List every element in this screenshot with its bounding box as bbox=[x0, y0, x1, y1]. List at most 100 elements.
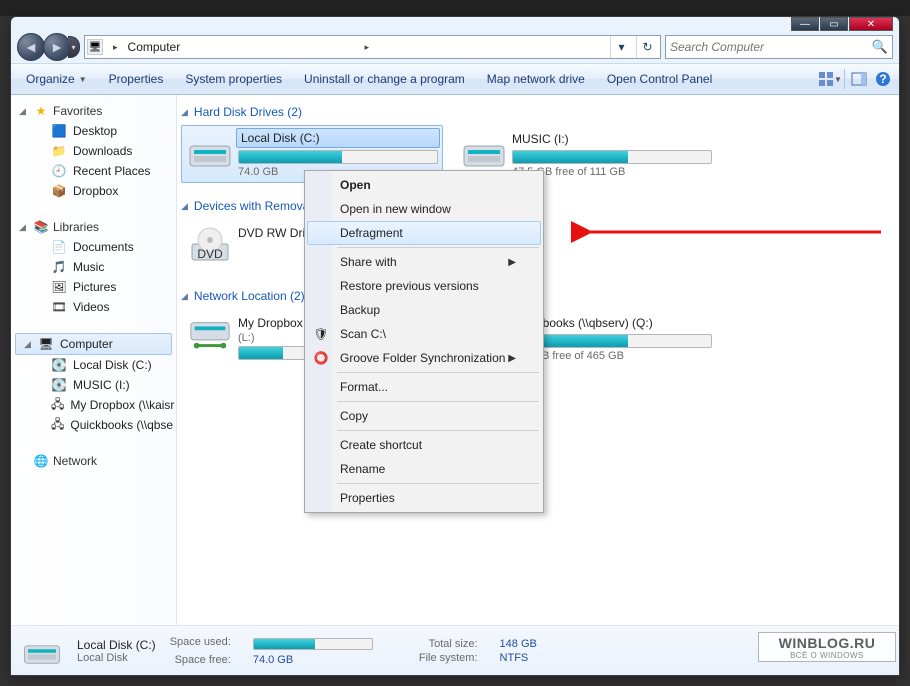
address-dropdown-icon[interactable]: ▾ bbox=[610, 36, 632, 58]
menu-item-copy[interactable]: Copy bbox=[307, 404, 541, 428]
organize-button[interactable]: Organize ▼ bbox=[15, 65, 98, 93]
view-options-button[interactable]: ▼ bbox=[818, 67, 842, 91]
sidebar-item-computer[interactable]: ◢🖥Computer bbox=[15, 333, 172, 355]
computer-label: Computer bbox=[60, 337, 113, 351]
menu-separator bbox=[337, 430, 539, 431]
sidebar-item-pictures[interactable]: 🖼Pictures bbox=[11, 277, 176, 297]
preview-pane-button[interactable] bbox=[847, 67, 871, 91]
forward-button[interactable]: ► bbox=[43, 33, 71, 61]
computer-group: ◢🖥Computer 💽Local Disk (C:) 💽MUSIC (I:) … bbox=[11, 333, 176, 435]
command-bar: Organize ▼ Properties System properties … bbox=[11, 63, 899, 95]
favorites-header[interactable]: ◢ ★ Favorites bbox=[11, 101, 176, 121]
close-button[interactable]: ✕ bbox=[849, 17, 893, 31]
favorites-group: ◢ ★ Favorites 🟦Desktop 📁Downloads 🕘Recent … bbox=[11, 101, 176, 201]
sidebar-item-videos[interactable]: 🎞Videos bbox=[11, 297, 176, 317]
sidebar-item-downloads[interactable]: 📁Downloads bbox=[11, 141, 176, 161]
computer-icon: 🖥 bbox=[87, 39, 103, 55]
sidebar-item-music[interactable]: 🎵Music bbox=[11, 257, 176, 277]
menu-item-format[interactable]: Format... bbox=[307, 375, 541, 399]
menu-item-create-shortcut[interactable]: Create shortcut bbox=[307, 433, 541, 457]
libraries-header[interactable]: ◢📚Libraries bbox=[11, 217, 176, 237]
space-used-label: Space used: bbox=[170, 636, 231, 652]
menu-item-defragment[interactable]: Defragment bbox=[307, 221, 541, 245]
system-properties-button[interactable]: System properties bbox=[174, 65, 293, 93]
groove-icon: ⭕ bbox=[313, 350, 329, 366]
search-input[interactable] bbox=[670, 40, 868, 54]
menu-item-open[interactable]: Open bbox=[307, 173, 541, 197]
menu-item-label: Scan C:\ bbox=[340, 327, 386, 341]
sidebar-item-mydropbox[interactable]: 🖧My Dropbox (\\kaisr bbox=[11, 395, 176, 415]
help-button[interactable]: ? bbox=[871, 67, 895, 91]
computer-icon: 🖥 bbox=[38, 336, 54, 352]
sidebar-item-local-c[interactable]: 💽Local Disk (C:) bbox=[11, 355, 176, 375]
menu-item-rename[interactable]: Rename bbox=[307, 457, 541, 481]
watermark-subtitle: ВСЁ О WINDOWS bbox=[790, 651, 864, 660]
chevron-down-icon: ▼ bbox=[79, 75, 87, 84]
refresh-icon[interactable]: ↻ bbox=[636, 36, 658, 58]
dvd-icon: DVD bbox=[186, 224, 234, 268]
menu-item-scan-c[interactable]: Scan C:\ 🛡 bbox=[307, 322, 541, 346]
nav-row: ◄ ► ▾ 🖥 ▸ Computer ▸ ▾ ↻ 🔍 bbox=[11, 31, 899, 63]
menu-item-groove-folder-synchronization[interactable]: Groove Folder Synchronization⭕▶ bbox=[307, 346, 541, 370]
dropbox-icon: 📦 bbox=[51, 183, 67, 199]
control-panel-button[interactable]: Open Control Panel bbox=[596, 65, 723, 93]
history-dropdown[interactable]: ▾ bbox=[68, 36, 80, 58]
space-free-value: 74.0 GB bbox=[253, 654, 373, 666]
properties-button[interactable]: Properties bbox=[98, 65, 175, 93]
favorites-label: Favorites bbox=[53, 104, 102, 118]
expand-icon: ◢ bbox=[19, 106, 26, 117]
libraries-icon: 📚 bbox=[33, 219, 49, 235]
sidebar-item-desktop[interactable]: 🟦Desktop bbox=[11, 121, 176, 141]
av-icon: 🛡 bbox=[313, 326, 329, 342]
sidebar-item-recent[interactable]: 🕘Recent Places bbox=[11, 161, 176, 181]
favorites-icon: ★ bbox=[33, 103, 49, 119]
svg-text:?: ? bbox=[879, 72, 886, 86]
sidebar-item-quickbooks[interactable]: 🖧Quickbooks (\\qbse bbox=[11, 415, 176, 435]
menu-item-label: Restore previous versions bbox=[340, 279, 479, 293]
sidebar-item-network[interactable]: 🌐Network bbox=[11, 451, 176, 471]
drive-label: Local Disk (C:) bbox=[236, 128, 440, 148]
menu-item-label: Copy bbox=[340, 409, 368, 423]
menu-item-properties[interactable]: Properties bbox=[307, 486, 541, 510]
sidebar-item-music-i[interactable]: 💽MUSIC (I:) bbox=[11, 375, 176, 395]
uninstall-button[interactable]: Uninstall or change a program bbox=[293, 65, 476, 93]
menu-item-open-in-new-window[interactable]: Open in new window bbox=[307, 197, 541, 221]
menu-item-label: Format... bbox=[340, 380, 388, 394]
group-hdd-header[interactable]: ◢Hard Disk Drives (2) bbox=[181, 101, 895, 125]
breadcrumb-chevron-icon[interactable]: ▸ bbox=[359, 42, 376, 53]
menu-item-restore-previous-versions[interactable]: Restore previous versions bbox=[307, 274, 541, 298]
network-icon: 🌐 bbox=[33, 453, 49, 469]
menu-separator bbox=[337, 247, 539, 248]
capacity-bar bbox=[512, 150, 712, 164]
context-menu: OpenOpen in new windowDefragment Share wi… bbox=[304, 170, 544, 513]
back-button[interactable]: ◄ bbox=[17, 33, 45, 61]
address-bar[interactable]: 🖥 ▸ Computer ▸ ▾ ↻ bbox=[84, 35, 661, 59]
fs-label: File system: bbox=[419, 652, 478, 664]
sidebar-item-dropbox[interactable]: 📦Dropbox bbox=[11, 181, 176, 201]
network-group: 🌐Network bbox=[11, 451, 176, 471]
fs-value: NTFS bbox=[500, 652, 537, 664]
watermark: WINBLOG.RU ВСЁ О WINDOWS bbox=[758, 632, 896, 662]
navigation-pane: ◢ ★ Favorites 🟦Desktop 📁Downloads 🕘Recent … bbox=[11, 95, 177, 625]
address-text: Computer bbox=[128, 40, 355, 54]
collapse-icon: ◢ bbox=[181, 107, 188, 118]
minimize-button[interactable]: — bbox=[791, 17, 819, 31]
menu-item-label: Share with bbox=[340, 255, 397, 269]
menu-item-label: Groove Folder Synchronization bbox=[340, 351, 505, 365]
search-icon: 🔍 bbox=[872, 39, 888, 55]
menu-item-label: Rename bbox=[340, 462, 385, 476]
recent-icon: 🕘 bbox=[51, 163, 67, 179]
maximize-button[interactable]: ▭ bbox=[820, 17, 848, 31]
menu-item-share-with[interactable]: Share with▶ bbox=[307, 250, 541, 274]
music-icon: 🎵 bbox=[51, 259, 67, 275]
sidebar-item-documents[interactable]: 📄Documents bbox=[11, 237, 176, 257]
details-title: Local Disk (C:) bbox=[77, 638, 156, 652]
map-drive-button[interactable]: Map network drive bbox=[476, 65, 596, 93]
hdd-icon bbox=[21, 631, 63, 671]
breadcrumb-chevron-icon[interactable]: ▸ bbox=[107, 42, 124, 53]
collapse-icon: ◢ bbox=[181, 291, 188, 302]
search-box[interactable]: 🔍 bbox=[665, 35, 893, 59]
hdd-icon bbox=[460, 130, 508, 174]
explorer-window: — ▭ ✕ ◄ ► ▾ 🖥 ▸ Computer ▸ ▾ ↻ 🔍 Organiz… bbox=[10, 16, 900, 676]
menu-item-backup[interactable]: Backup bbox=[307, 298, 541, 322]
